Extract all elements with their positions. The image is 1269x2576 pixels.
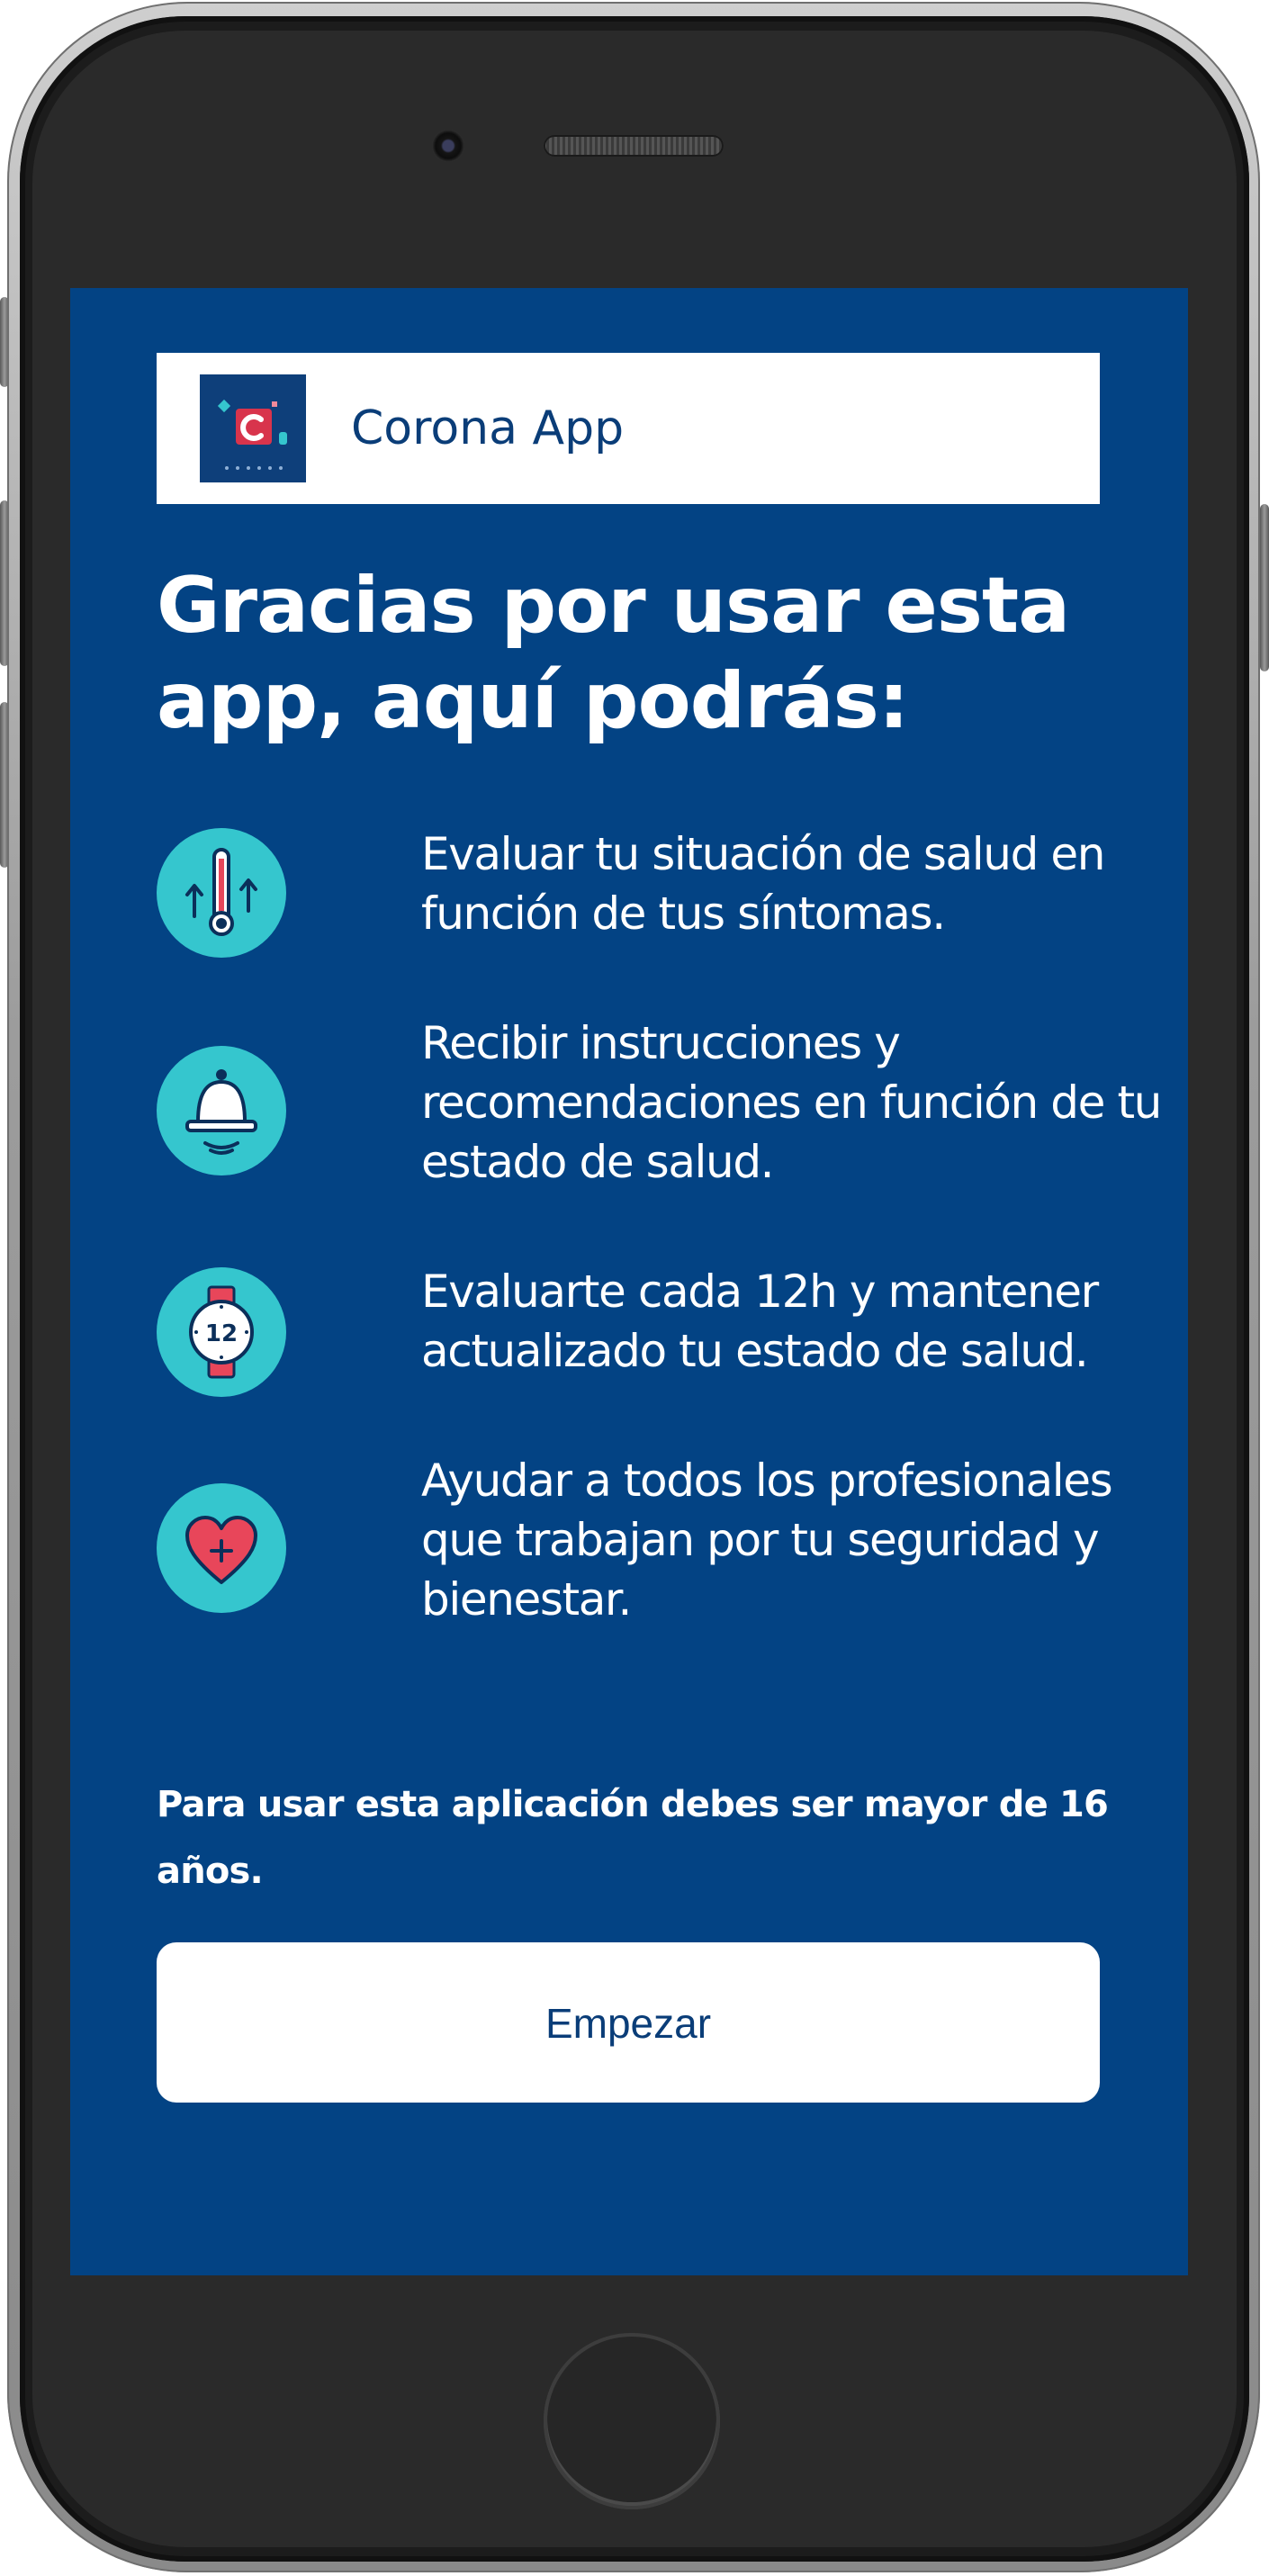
earpiece-speaker <box>544 135 724 157</box>
age-requirement-note: Para usar esta aplicación debes ser mayo… <box>157 1784 1109 1892</box>
app-title: Corona App <box>351 401 625 455</box>
feature-text: Recibir instrucciones y recomendaciones … <box>421 1017 1162 1188</box>
app-screen: Corona App Gracias por usar esta app, aq… <box>70 288 1188 2275</box>
power-button <box>1260 504 1269 671</box>
page-title: Gracias por usar esta app, aquí podrás: <box>157 561 1070 746</box>
app-header: Corona App <box>157 353 1100 504</box>
feature-item-instructions: Recibir instrucciones y recomendaciones … <box>157 1013 1162 1211</box>
feature-item-help-professionals: Ayudar a todos los profesionales que tra… <box>157 1451 1113 1649</box>
heart-icon <box>157 1483 286 1613</box>
start-button[interactable]: Empezar <box>157 1942 1100 2103</box>
watch-face-label: 12 <box>205 1320 238 1347</box>
feature-text: Ayudar a todos los profesionales que tra… <box>421 1455 1113 1626</box>
thermometer-icon <box>157 828 286 958</box>
corona-app-logo-icon <box>200 374 306 482</box>
watch-icon: 12 <box>157 1267 286 1397</box>
feature-text: Evaluarte cada 12h y mantener actualizad… <box>421 1265 1099 1377</box>
front-camera <box>432 130 464 162</box>
feature-item-12h-evaluation: 12 Evaluarte cada 12h y mantener actuali… <box>157 1262 1111 1397</box>
feature-text: Evaluar tu situación de salud en función… <box>421 828 1105 940</box>
home-button[interactable] <box>544 2333 720 2509</box>
feature-item-symptoms: Evaluar tu situación de salud en función… <box>157 824 1111 959</box>
bell-icon <box>157 1046 286 1175</box>
